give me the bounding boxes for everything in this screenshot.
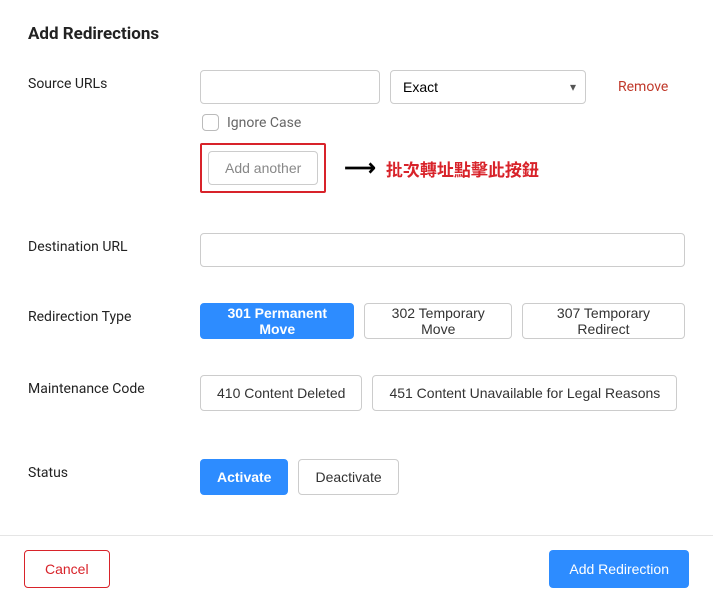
maintenance-code-label: Maintenance Code: [28, 375, 200, 397]
source-urls-label: Source URLs: [28, 70, 200, 92]
add-redirection-button[interactable]: Add Redirection: [549, 550, 689, 588]
match-type-select[interactable]: Exact: [390, 70, 586, 104]
destination-url-input[interactable]: [200, 233, 685, 267]
maintenance-451-button[interactable]: 451 Content Unavailable for Legal Reason…: [372, 375, 677, 411]
ignore-case-checkbox[interactable]: [202, 114, 219, 131]
ignore-case-label: Ignore Case: [227, 115, 301, 131]
redirect-302-button[interactable]: 302 Temporary Move: [364, 303, 512, 339]
annotation-text: 批次轉址點擊此按鈕: [386, 156, 539, 181]
status-label: Status: [28, 459, 200, 481]
destination-url-label: Destination URL: [28, 233, 200, 255]
source-url-input[interactable]: [200, 70, 380, 104]
remove-link[interactable]: Remove: [618, 79, 668, 95]
status-deactivate-button[interactable]: Deactivate: [298, 459, 398, 495]
status-activate-button[interactable]: Activate: [200, 459, 288, 495]
annotation-highlight: Add another: [200, 143, 326, 193]
redirection-type-label: Redirection Type: [28, 303, 200, 325]
add-another-button[interactable]: Add another: [208, 151, 318, 185]
maintenance-410-button[interactable]: 410 Content Deleted: [200, 375, 362, 411]
redirect-307-button[interactable]: 307 Temporary Redirect: [522, 303, 685, 339]
page-title: Add Redirections: [28, 24, 685, 44]
redirect-301-button[interactable]: 301 Permanent Move: [200, 303, 354, 339]
annotation-arrow-icon: ⟶: [344, 156, 376, 181]
cancel-button[interactable]: Cancel: [24, 550, 110, 588]
